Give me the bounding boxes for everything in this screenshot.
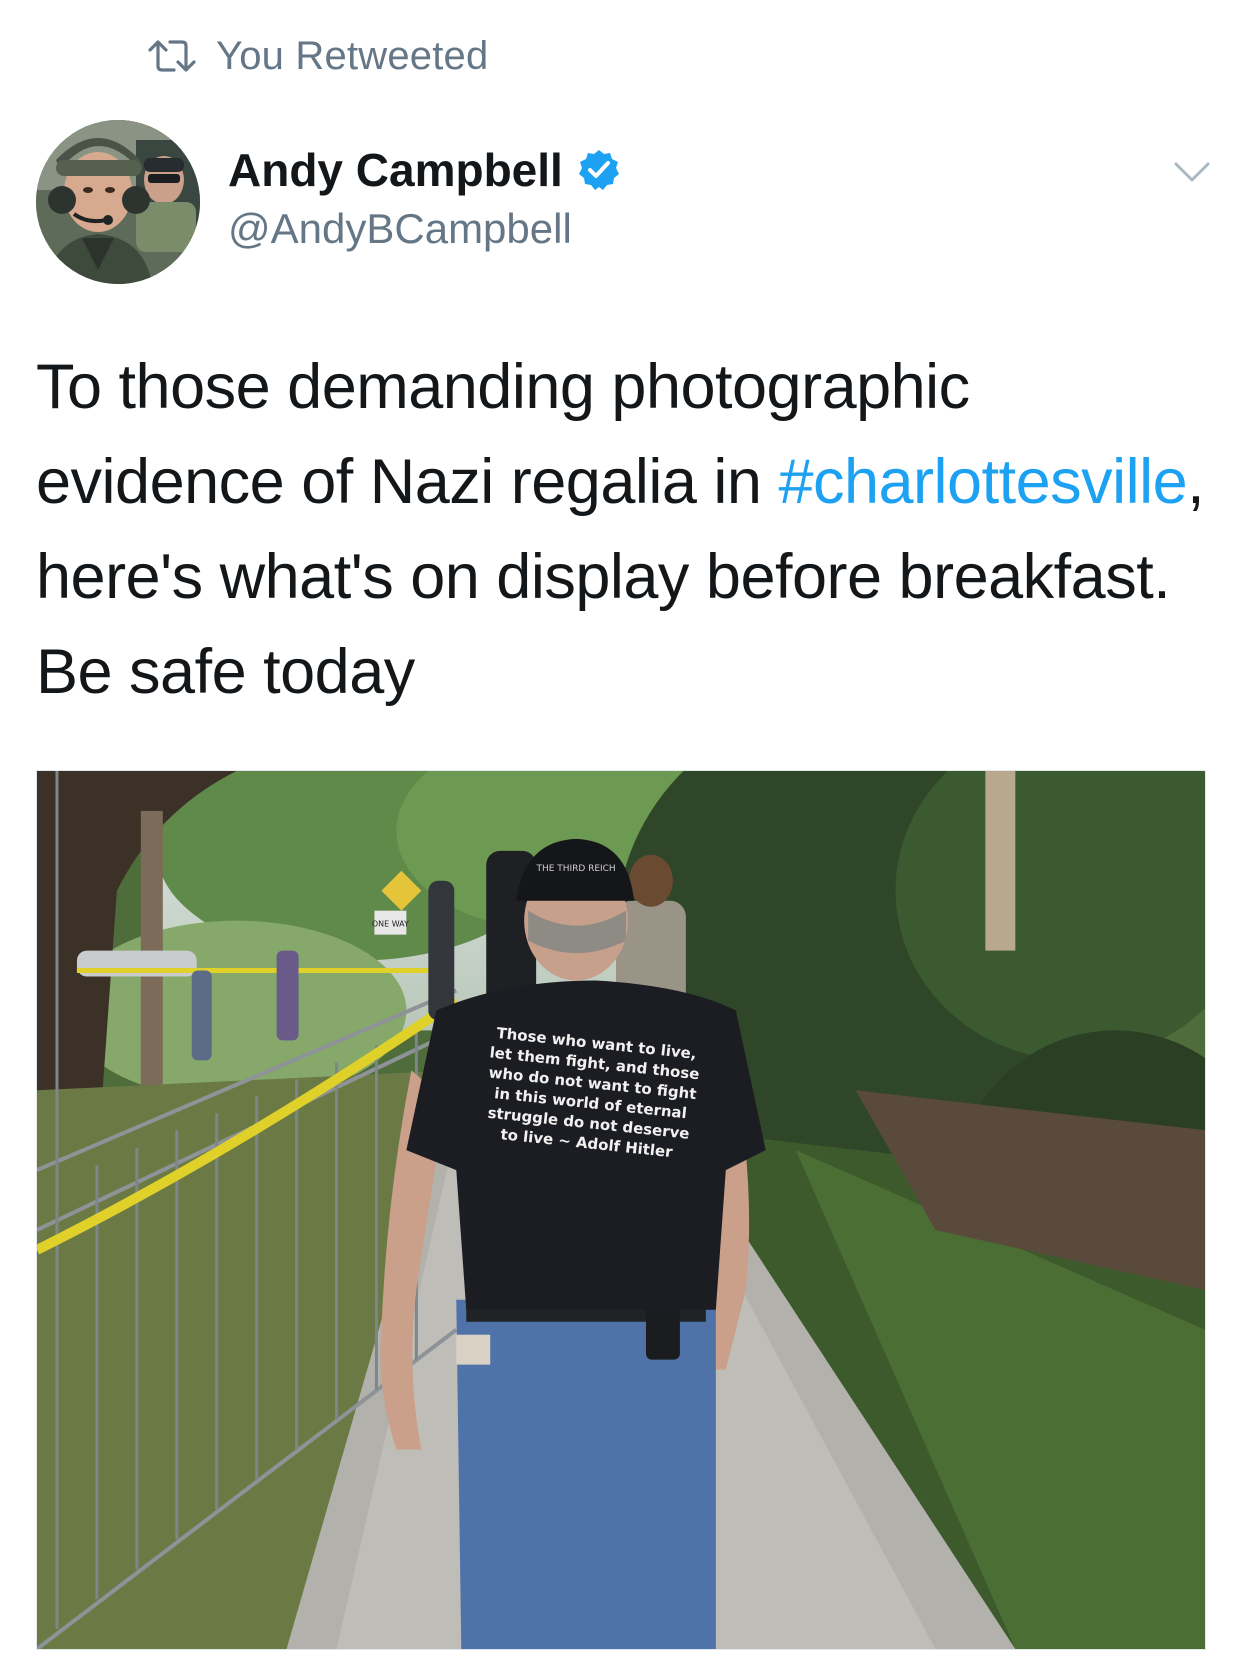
photo-illustration: ONE WAY THE THIRD REICH Those who want t… — [37, 771, 1205, 1649]
retweet-context: You Retweeted — [146, 28, 488, 84]
author-name[interactable]: Andy Campbell — [228, 143, 563, 197]
retweet-icon — [148, 40, 196, 72]
verified-badge-icon — [578, 150, 619, 190]
author-handle[interactable]: @AndyBCampbell — [228, 205, 572, 253]
hat-text: THE THIRD REICH — [535, 864, 615, 874]
profile-avatar — [36, 120, 200, 284]
chevron-down-icon[interactable] — [1172, 158, 1212, 186]
tweet-photo[interactable]: ONE WAY THE THIRD REICH Those who want t… — [36, 770, 1206, 1650]
avatar[interactable] — [36, 120, 200, 284]
hashtag-link[interactable]: #charlottesville — [778, 447, 1187, 517]
tweet-text: To those demanding photographic evidence… — [36, 340, 1216, 720]
sign-text: ONE WAY — [372, 920, 409, 929]
author-name-row: Andy Campbell — [228, 140, 621, 200]
retweet-label: You Retweeted — [216, 33, 489, 78]
